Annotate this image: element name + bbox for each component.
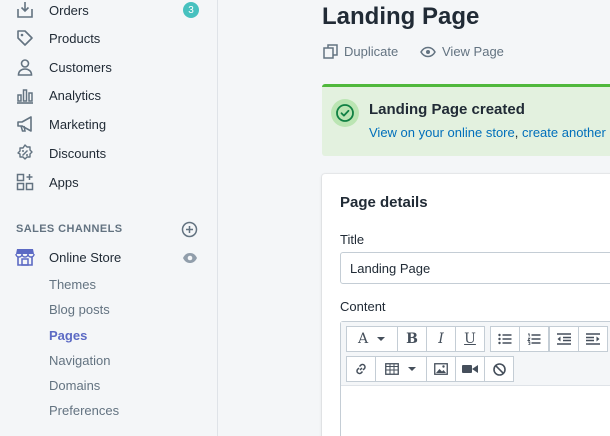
orders-icon <box>15 0 35 20</box>
outdent-button[interactable] <box>549 326 579 352</box>
underline-icon: U <box>464 331 476 347</box>
sidebar: Orders 3 Products Customers Analytics Ma… <box>0 0 218 436</box>
view-online-store-button[interactable] <box>182 251 198 265</box>
insert-table-dropdown[interactable] <box>375 356 427 382</box>
sales-channels-heading: SALES CHANNELS <box>16 223 123 235</box>
underline-button[interactable]: U <box>455 326 485 352</box>
indent-icon <box>586 333 600 345</box>
content-field-label: Content <box>340 299 386 314</box>
duplicate-button[interactable]: Duplicate <box>323 44 398 59</box>
duplicate-label: Duplicate <box>344 44 399 59</box>
duplicate-icon <box>323 44 338 59</box>
clear-formatting-icon <box>492 362 506 376</box>
sidebar-item-label: Marketing <box>49 116 107 132</box>
image-icon <box>434 363 448 375</box>
italic-button[interactable]: I <box>426 326 456 352</box>
sidebar-item-orders[interactable]: Orders 3 <box>0 0 217 23</box>
page-title: Landing Page <box>322 3 480 30</box>
sidebar-subitem-navigation[interactable]: Navigation <box>49 353 110 368</box>
view-page-button[interactable]: View Page <box>420 44 504 59</box>
table-icon <box>385 363 399 375</box>
insert-video-button[interactable] <box>455 356 485 382</box>
sidebar-item-label: Discounts <box>49 145 107 161</box>
numbered-list-icon <box>527 333 541 345</box>
indent-button[interactable] <box>578 326 608 352</box>
insert-image-button[interactable] <box>426 356 456 382</box>
card-title: Page details <box>340 194 428 211</box>
sidebar-subitem-blog-posts[interactable]: Blog posts <box>49 302 110 317</box>
sidebar-item-marketing[interactable]: Marketing <box>0 111 217 137</box>
editor-toolbar: A B I U <box>341 322 610 386</box>
sidebar-item-label: Analytics <box>49 87 102 103</box>
view-on-store-link[interactable]: View on your online store <box>369 125 515 140</box>
sidebar-item-label: Apps <box>49 174 79 190</box>
title-input[interactable]: Landing Page <box>340 252 610 284</box>
clear-formatting-button[interactable] <box>484 356 514 382</box>
italic-icon: I <box>438 331 444 347</box>
title-field-label: Title <box>340 232 365 247</box>
sidebar-item-analytics[interactable]: Analytics <box>0 82 217 108</box>
sidebar-item-apps[interactable]: Apps <box>0 169 217 195</box>
success-banner: Landing Page created View on your online… <box>322 84 610 156</box>
create-another-page-link[interactable]: create another pa <box>522 125 610 140</box>
banner-links: View on your online store, create anothe… <box>369 125 610 140</box>
numbered-list-button[interactable] <box>519 326 549 352</box>
bold-icon: B <box>406 331 418 347</box>
add-circle-icon <box>181 221 198 238</box>
sidebar-subitem-preferences[interactable]: Preferences <box>49 403 119 418</box>
apps-icon <box>15 172 35 192</box>
content-editor: A B I U <box>340 321 610 436</box>
marketing-megaphone-icon <box>15 114 35 134</box>
add-sales-channel-button[interactable] <box>181 221 198 238</box>
success-check-icon <box>331 99 359 127</box>
bold-button[interactable]: B <box>397 326 427 352</box>
banner-title: Landing Page created <box>369 101 525 118</box>
sidebar-subitem-domains[interactable]: Domains <box>49 378 100 393</box>
chevron-down-icon <box>377 337 386 341</box>
customers-icon <box>15 57 35 77</box>
sidebar-item-label: Orders <box>49 2 89 18</box>
banner-separator: , <box>514 125 519 140</box>
eye-icon <box>420 46 436 57</box>
view-page-label: View Page <box>442 44 504 59</box>
sidebar-item-label: Customers <box>49 59 112 75</box>
link-icon <box>356 363 366 375</box>
eye-icon <box>183 253 197 263</box>
products-tag-icon <box>15 28 35 48</box>
sidebar-item-label: Online Store <box>49 249 122 265</box>
outdent-icon <box>557 333 571 345</box>
analytics-icon <box>15 85 35 105</box>
page-details-card: Page details Title Landing Page Content … <box>322 174 610 436</box>
sidebar-item-label: Products <box>49 30 101 46</box>
discounts-icon <box>15 143 35 163</box>
chevron-down-icon <box>408 367 416 371</box>
font-format-label: A <box>357 331 369 347</box>
orders-count-badge: 3 <box>183 2 199 18</box>
bullet-list-icon <box>498 333 512 345</box>
bullet-list-button[interactable] <box>490 326 520 352</box>
insert-link-button[interactable] <box>346 356 376 382</box>
sidebar-item-discounts[interactable]: Discounts <box>0 140 217 166</box>
sidebar-subitem-themes[interactable]: Themes <box>49 277 96 292</box>
sidebar-item-products[interactable]: Products <box>0 25 217 51</box>
store-icon <box>15 247 35 267</box>
video-camera-icon <box>462 365 478 373</box>
font-format-dropdown[interactable]: A <box>346 326 398 352</box>
sidebar-item-customers[interactable]: Customers <box>0 54 217 80</box>
sidebar-subitem-pages[interactable]: Pages <box>49 328 87 343</box>
